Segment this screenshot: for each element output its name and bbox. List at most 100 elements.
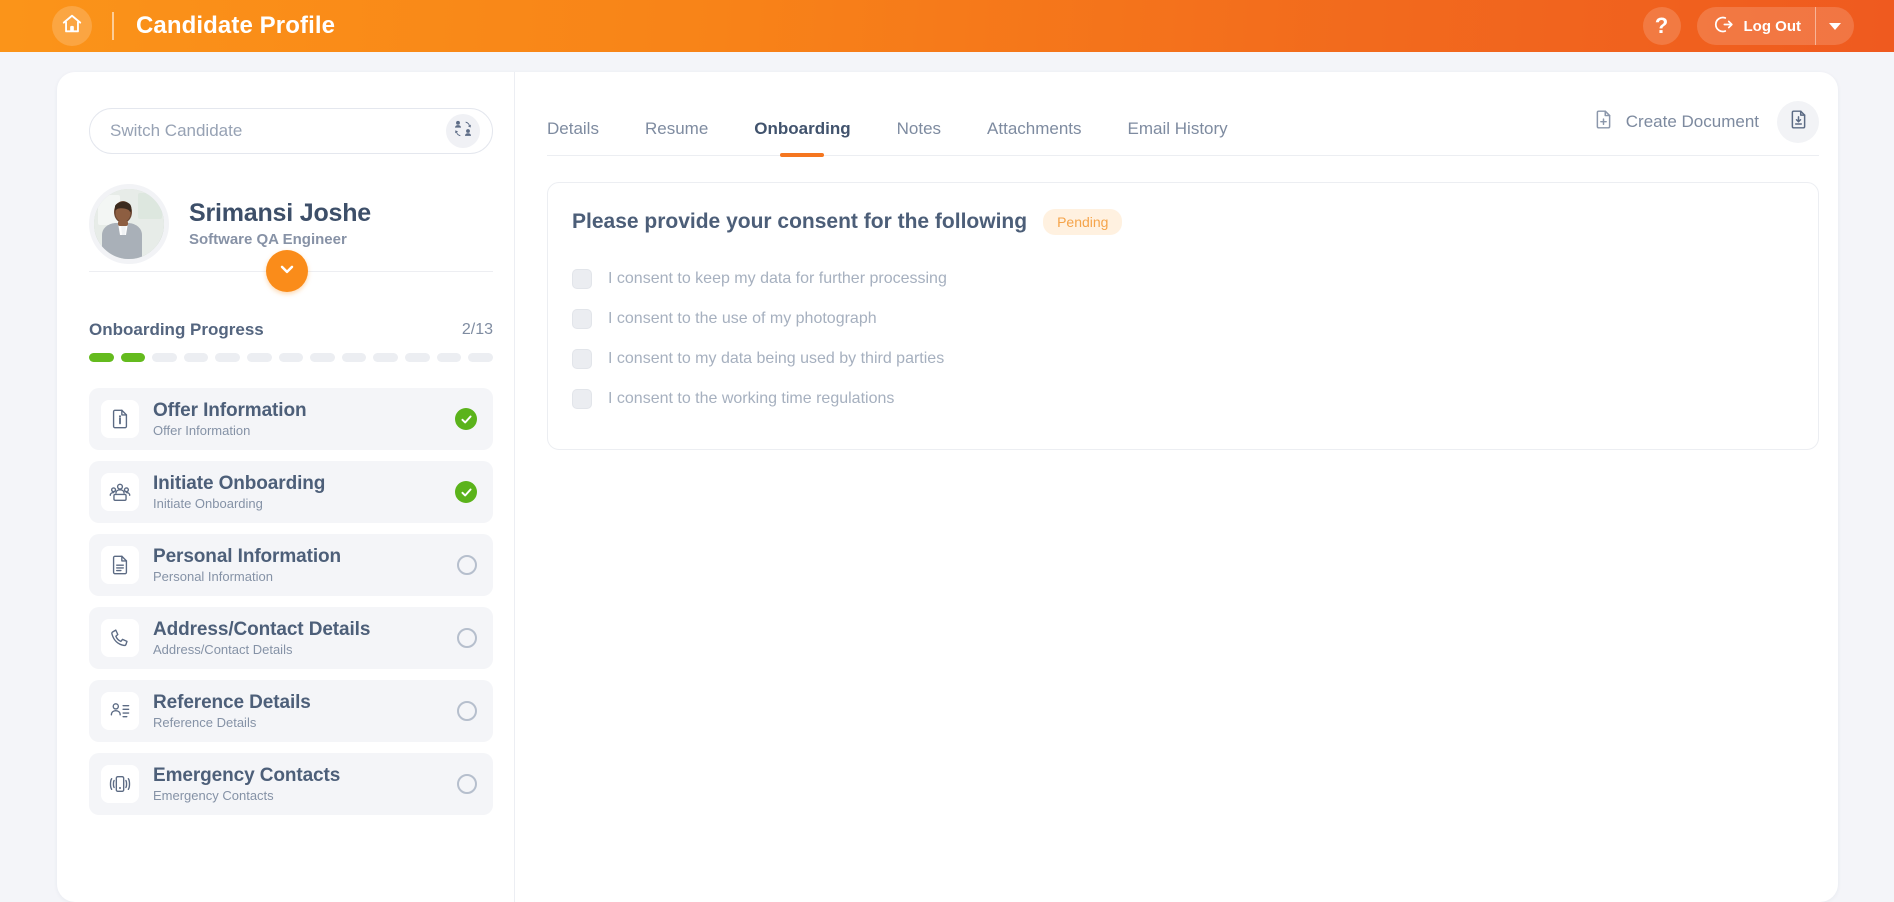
consent-item[interactable]: I consent to keep my data for further pr… <box>572 259 1788 299</box>
consent-checkbox[interactable] <box>572 389 592 409</box>
avatar <box>89 184 169 264</box>
onboarding-step-item[interactable]: Offer Information Offer Information <box>89 388 493 450</box>
step-title: Initiate Onboarding <box>153 473 325 494</box>
tab-onboarding[interactable]: Onboarding <box>754 119 850 155</box>
tabs-container: Details Resume Onboarding Notes Attachments E… <box>547 119 1274 155</box>
app-header: Candidate Profile ? Log Out <box>0 0 1894 52</box>
main-panel: Srimansi Joshe Software QA Engineer Onbo… <box>57 72 1838 902</box>
step-pending-icon <box>457 555 477 575</box>
progress-label: Onboarding Progress <box>89 320 264 340</box>
onboarding-progress: Onboarding Progress 2/13 <box>89 320 493 362</box>
onboarding-step-item[interactable]: Address/Contact Details Address/Contact D… <box>89 607 493 669</box>
progress-segment <box>342 353 367 362</box>
step-subtitle: Initiate Onboarding <box>153 496 325 511</box>
tab-email-history[interactable]: Email History <box>1128 119 1228 155</box>
step-pending-icon <box>457 701 477 721</box>
phone-icon <box>101 619 139 657</box>
logout-arrow-icon <box>1713 14 1734 39</box>
search-input[interactable] <box>89 108 493 154</box>
create-document-button[interactable]: Create Document <box>1593 109 1759 135</box>
step-title: Address/Contact Details <box>153 619 370 640</box>
document-plus-icon <box>1593 109 1614 135</box>
consent-label: I consent to the use of my photograph <box>608 310 877 328</box>
step-subtitle: Reference Details <box>153 715 311 730</box>
ringing-phone-icon <box>101 765 139 803</box>
progress-segment <box>89 353 114 362</box>
consent-label: I consent to the working time regulation… <box>608 390 894 408</box>
consent-checkbox[interactable] <box>572 349 592 369</box>
consent-label: I consent to my data being used by third… <box>608 350 944 368</box>
switch-candidate-search <box>89 108 490 154</box>
page-title: Candidate Profile <box>136 12 335 40</box>
document-download-icon <box>1788 109 1809 135</box>
onboarding-step-item[interactable]: Reference Details Reference Details <box>89 680 493 742</box>
consent-title: Please provide your consent for the foll… <box>572 210 1027 234</box>
step-title: Emergency Contacts <box>153 765 340 786</box>
progress-bar <box>89 353 493 362</box>
tab-details[interactable]: Details <box>547 119 599 155</box>
consent-label: I consent to keep my data for further pr… <box>608 270 947 288</box>
people-group-icon <box>101 473 139 511</box>
person-list-icon <box>101 692 139 730</box>
create-document-label: Create Document <box>1626 112 1759 132</box>
candidate-profile-card: Srimansi Joshe Software QA Engineer <box>89 176 493 272</box>
step-subtitle: Personal Information <box>153 569 341 584</box>
onboarding-step-item[interactable]: Emergency ContactsEmergency Contacts <box>89 753 493 815</box>
step-subtitle: Offer Information <box>153 423 306 438</box>
step-complete-icon <box>455 481 477 503</box>
onboarding-step-item[interactable]: Personal InformationPersonal Information <box>89 534 493 596</box>
step-title: Reference Details <box>153 692 311 713</box>
step-text: Reference Details Reference Details <box>153 692 311 730</box>
progress-segment <box>247 353 272 362</box>
consent-item[interactable]: I consent to the working time regulation… <box>572 379 1788 419</box>
download-document-button[interactable] <box>1777 101 1819 143</box>
help-button[interactable]: ? <box>1643 7 1681 45</box>
progress-segment <box>121 353 146 362</box>
switch-candidate-button[interactable] <box>446 114 480 148</box>
header-actions: ? Log Out <box>1643 7 1854 45</box>
step-text: Emergency ContactsEmergency Contacts <box>153 765 340 803</box>
step-text: Personal InformationPersonal Information <box>153 546 341 584</box>
consent-card: Please provide your consent for the foll… <box>547 182 1819 450</box>
content-area: Details Resume Onboarding Notes Attachments E… <box>515 72 1838 902</box>
candidate-sidebar: Srimansi Joshe Software QA Engineer Onbo… <box>57 72 515 902</box>
tab-attachments[interactable]: Attachments <box>987 119 1082 155</box>
candidate-role: Software QA Engineer <box>189 231 371 248</box>
question-mark-icon: ? <box>1655 13 1668 39</box>
document-lines-icon <box>101 546 139 584</box>
tab-resume[interactable]: Resume <box>645 119 708 155</box>
candidate-name: Srimansi Joshe <box>189 199 371 228</box>
step-text: Address/Contact Details Address/Contact D… <box>153 619 370 657</box>
progress-segment <box>215 353 240 362</box>
logout-dropdown-button[interactable] <box>1816 7 1854 45</box>
logout-label: Log Out <box>1744 18 1801 35</box>
home-icon <box>61 13 83 40</box>
document-info-icon <box>101 400 139 438</box>
onboarding-steps-list: Offer Information Offer Information Initia… <box>89 388 493 815</box>
consent-checkbox[interactable] <box>572 309 592 329</box>
logout-button[interactable]: Log Out <box>1697 7 1815 45</box>
consent-item[interactable]: I consent to the use of my photograph <box>572 299 1788 339</box>
consent-header: Please provide your consent for the foll… <box>572 209 1788 235</box>
header-divider <box>112 12 114 40</box>
progress-segment <box>184 353 209 362</box>
home-button[interactable] <box>52 6 92 46</box>
step-title: Offer Information <box>153 400 306 421</box>
logout-group[interactable]: Log Out <box>1697 7 1854 45</box>
step-pending-icon <box>457 774 477 794</box>
progress-segment <box>279 353 304 362</box>
chevron-down-icon <box>1829 23 1841 30</box>
chevron-down-icon <box>277 259 297 284</box>
consent-checkbox[interactable] <box>572 269 592 289</box>
tab-bar: Details Resume Onboarding Notes Attachments E… <box>547 102 1819 156</box>
progress-segment <box>310 353 335 362</box>
step-complete-icon <box>455 408 477 430</box>
consent-item[interactable]: I consent to my data being used by third… <box>572 339 1788 379</box>
switch-users-icon <box>453 119 473 144</box>
step-text: Offer Information Offer Information <box>153 400 306 438</box>
onboarding-step-item[interactable]: Initiate Onboarding Initiate Onboarding <box>89 461 493 523</box>
tab-notes[interactable]: Notes <box>897 119 941 155</box>
expand-profile-button[interactable] <box>266 250 308 292</box>
progress-segment <box>405 353 430 362</box>
step-subtitle: Address/Contact Details <box>153 642 370 657</box>
